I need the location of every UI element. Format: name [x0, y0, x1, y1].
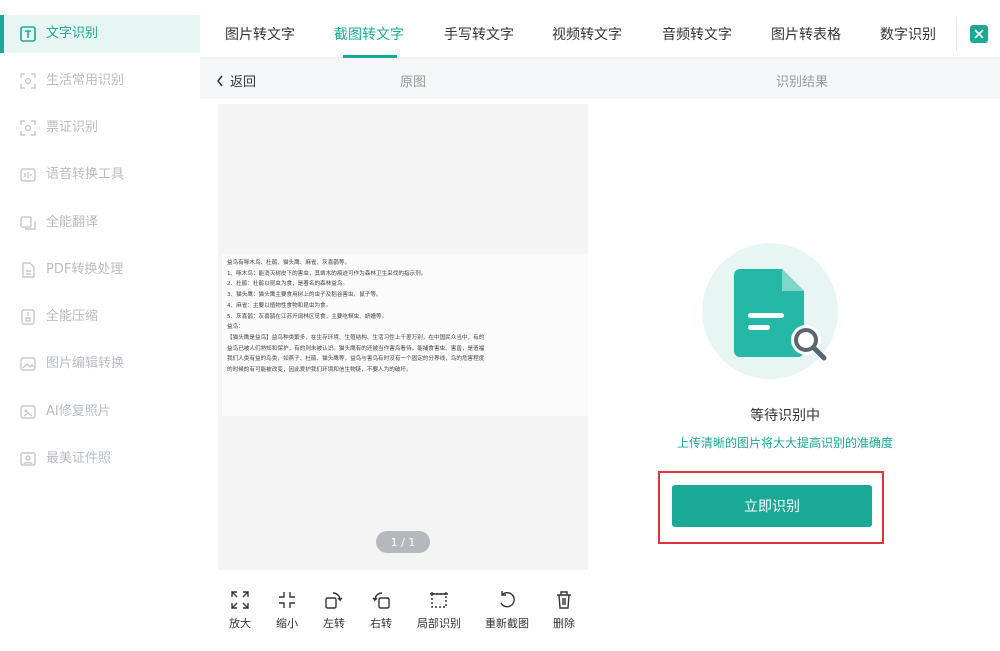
scan-icon — [20, 73, 36, 89]
rotate-right-icon — [372, 592, 390, 609]
status-title: 等待识别中 — [750, 408, 820, 424]
zoom-in-button[interactable]: 放大 — [229, 589, 251, 631]
rotate-left-icon — [325, 592, 343, 609]
sidebar-item-life-recognition[interactable]: 生活常用识别 — [0, 62, 200, 100]
retake-screenshot-icon — [500, 591, 515, 608]
tab-number-recognition[interactable]: 数字识别 — [880, 24, 936, 44]
tool-label: 右转 — [370, 617, 392, 630]
tool-label: 删除 — [553, 617, 575, 630]
partial-recognition-button[interactable]: 局部识别 — [417, 589, 461, 631]
tool-label: 缩小 — [276, 617, 298, 630]
ticket-scan-icon — [20, 120, 36, 136]
sidebar-item-label: 文字识别 — [46, 26, 99, 41]
sidebar-item-pdf[interactable]: PDF转换处理 — [0, 251, 200, 289]
sidebar-item-label: AI修复照片 — [46, 404, 111, 419]
status-subtitle: 上传清晰的图片将大大提高识别的准确度 — [676, 436, 893, 450]
sidebar-item-label: 票证识别 — [46, 120, 99, 135]
id-photo-icon — [20, 451, 36, 467]
doc-line: 的时候的有可能被改变，因此爱护我们环境和信生物链，不要人为的破坏。 — [227, 367, 412, 374]
doc-line: 益鸟已被人们熟知和保护，有的则未被认识。猫头鹰有的还被当作害鸟看待，能捕食害虫、… — [227, 345, 485, 352]
tab-video-to-text[interactable]: 视频转文字 — [552, 24, 622, 44]
tab-audio-to-text[interactable]: 音频转文字 — [662, 24, 732, 44]
translate-icon — [20, 215, 36, 231]
document-search-icon — [734, 269, 827, 361]
tool-label: 重新截图 — [485, 617, 529, 630]
sidebar: 文字识别 生活常用识别 票证识别 语音转换工具 全能翻译 PDF转换处理 全能压… — [0, 0, 200, 651]
text-recognition-icon — [20, 26, 36, 42]
sidebar-item-ticket-recognition[interactable]: 票证识别 — [0, 109, 200, 147]
tool-label: 局部识别 — [417, 617, 461, 630]
doc-line: 3、猫头鹰：猫头鹰主要食用树上的虫子及稻谷害虫、鼠子等。 — [227, 292, 382, 299]
sidebar-item-text-recognition[interactable]: 文字识别 — [0, 15, 200, 53]
delete-button[interactable]: 删除 — [553, 589, 575, 631]
active-tab-indicator — [343, 55, 397, 58]
close-button[interactable] — [956, 17, 1000, 51]
chevron-left-icon — [217, 75, 223, 86]
voice-icon — [20, 167, 36, 183]
doc-line: 1、啄木鸟：能消灭树皮下的害虫，其凿木的痕迹可作为森林卫生采伐的指示剂。 — [227, 270, 427, 277]
doc-line: 2、杜鹃：杜鹃以昆虫为食，是著名的森林益鸟。 — [227, 281, 349, 288]
waiting-illustration — [702, 243, 838, 379]
close-icon — [969, 25, 988, 43]
rotate-right-button[interactable]: 右转 — [370, 589, 392, 631]
sidebar-item-label: 全能翻译 — [46, 215, 99, 230]
sidebar-item-label: PDF转换处理 — [46, 262, 124, 277]
tab-screenshot-to-text[interactable]: 截图转文字 — [334, 24, 404, 44]
sub-header — [200, 59, 1000, 99]
original-column-title: 原图 — [400, 75, 427, 90]
doc-line: 益鸟有啄木鸟、杜鹃、猫头鹰、麻雀、灰喜鹊等。 — [227, 260, 351, 266]
compress-icon — [20, 309, 36, 325]
pdf-icon — [20, 262, 36, 278]
back-label: 返回 — [230, 75, 257, 90]
partial-recognition-icon — [430, 592, 448, 608]
tab-image-to-text[interactable]: 图片转文字 — [225, 24, 295, 44]
delete-icon — [557, 591, 571, 609]
ai-repair-icon — [20, 404, 36, 420]
doc-line: 【猫头鹰是益鸟】益鸟种类繁多，在生存环境、生殖结构、生活习性上千差万别，在中国民… — [227, 334, 485, 341]
doc-line: 5、灰喜鹊：灰喜鹊在江苏开阔林区觅食，主要吃螟虫、蛴螬等。 — [227, 313, 388, 320]
tab-handwriting-to-text[interactable]: 手写转文字 — [444, 24, 514, 44]
recognize-now-button[interactable]: 立即识别 — [672, 485, 872, 527]
page-indicator: 1 / 1 — [376, 531, 430, 553]
zoom-in-icon — [231, 591, 249, 609]
zoom-out-button[interactable]: 缩小 — [276, 589, 298, 631]
sidebar-item-label: 最美证件照 — [46, 451, 112, 466]
back-button[interactable]: 返回 — [216, 71, 256, 90]
tool-label: 放大 — [229, 617, 251, 630]
rotate-left-button[interactable]: 左转 — [323, 589, 345, 631]
doc-line: 4、麻雀：主要以植物性食物和昆虫为食。 — [227, 302, 332, 309]
retake-screenshot-button[interactable]: 重新截图 — [485, 589, 529, 631]
sidebar-item-voice-tools[interactable]: 语音转换工具 — [0, 156, 200, 194]
document-image: 益鸟有啄木鸟、杜鹃、猫头鹰、麻雀、灰喜鹊等。 1、啄木鸟：能消灭树皮下的害虫，其… — [222, 254, 588, 416]
doc-line: 益鸟： — [227, 324, 244, 331]
doc-line: 我们人类有益的鸟类，如燕子、杜鹃、猫头鹰等，益鸟与害鸟有时没有一个固定的分界线，… — [227, 356, 485, 363]
sidebar-item-translate[interactable]: 全能翻译 — [0, 204, 200, 242]
sidebar-item-id-photo[interactable]: 最美证件照 — [0, 440, 200, 478]
sidebar-item-compress[interactable]: 全能压缩 — [0, 298, 200, 336]
zoom-out-icon — [279, 592, 295, 608]
image-edit-icon — [20, 356, 36, 372]
sidebar-item-label: 生活常用识别 — [46, 73, 125, 88]
sidebar-item-image-edit[interactable]: 图片编辑转换 — [0, 345, 200, 383]
sidebar-item-ai-repair[interactable]: AI修复照片 — [0, 393, 200, 431]
sidebar-item-label: 全能压缩 — [46, 309, 99, 324]
sidebar-item-label: 图片编辑转换 — [46, 356, 125, 371]
result-column-title: 识别结果 — [776, 75, 829, 90]
sidebar-item-label: 语音转换工具 — [46, 167, 125, 182]
tool-label: 左转 — [323, 617, 345, 630]
tab-image-to-table[interactable]: 图片转表格 — [771, 24, 841, 44]
